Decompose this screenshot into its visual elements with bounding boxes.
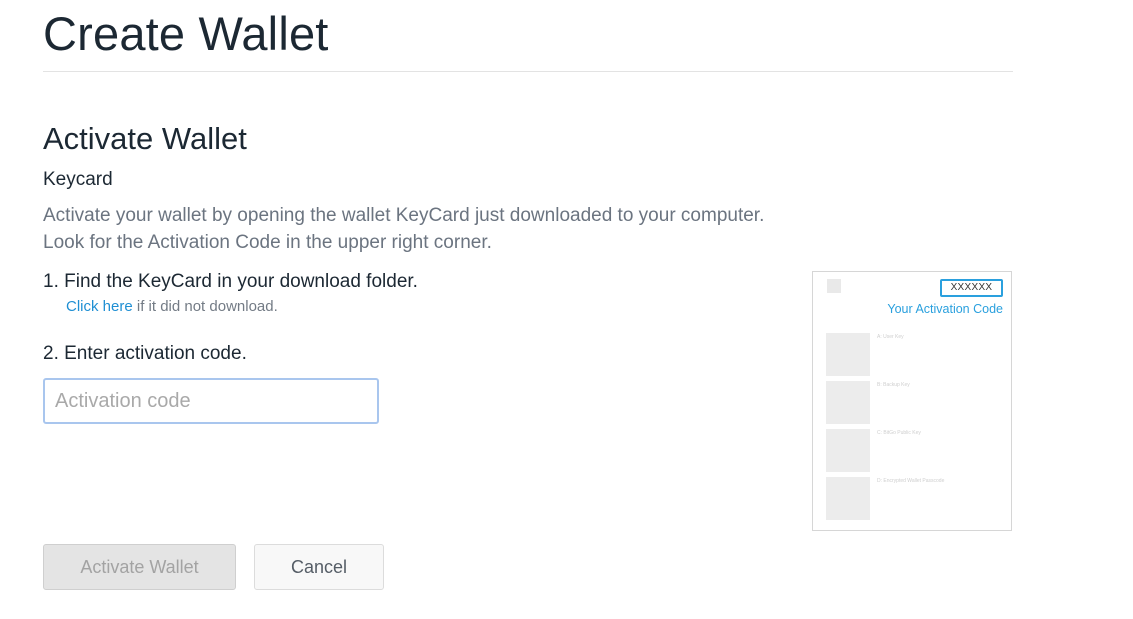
page-title: Create Wallet bbox=[43, 7, 329, 60]
activation-code-input[interactable] bbox=[43, 378, 379, 424]
description-line-1: Activate your wallet by opening the wall… bbox=[43, 205, 765, 226]
keycard-activation-code-box: XXXXXX bbox=[940, 279, 1003, 297]
keycard-preview: XXXXXX Your Activation Code A: User Key … bbox=[812, 271, 1012, 531]
title-divider bbox=[43, 71, 1013, 72]
section-title: Activate Wallet bbox=[43, 121, 247, 156]
step-1-text: 1. Find the KeyCard in your download fol… bbox=[43, 271, 418, 292]
activate-wallet-button[interactable]: Activate Wallet bbox=[43, 544, 236, 590]
keycard-qr-placeholder bbox=[826, 477, 870, 520]
description-line-2: Look for the Activation Code in the uppe… bbox=[43, 232, 492, 253]
keycard-row-label: D: Encrypted Wallet Passcode bbox=[877, 478, 945, 484]
section-subtitle: Keycard bbox=[43, 169, 113, 190]
keycard-row-label: A: User Key bbox=[877, 334, 904, 340]
keycard-qr-placeholder bbox=[826, 381, 870, 424]
click-here-link[interactable]: Click here bbox=[66, 298, 133, 315]
keycard-row-label: B: Backup Key bbox=[877, 382, 910, 388]
keycard-activation-code-label: Your Activation Code bbox=[887, 302, 1003, 316]
keycard-logo-placeholder bbox=[827, 279, 841, 293]
download-hint-text: if it did not download. bbox=[132, 298, 278, 315]
cancel-button[interactable]: Cancel bbox=[254, 544, 384, 590]
keycard-qr-placeholder bbox=[826, 333, 870, 376]
keycard-qr-placeholder bbox=[826, 429, 870, 472]
download-hint: Click here if it did not download. bbox=[66, 298, 278, 316]
step-2-text: 2. Enter activation code. bbox=[43, 343, 247, 364]
keycard-row-label: C: BitGo Public Key bbox=[877, 430, 921, 436]
